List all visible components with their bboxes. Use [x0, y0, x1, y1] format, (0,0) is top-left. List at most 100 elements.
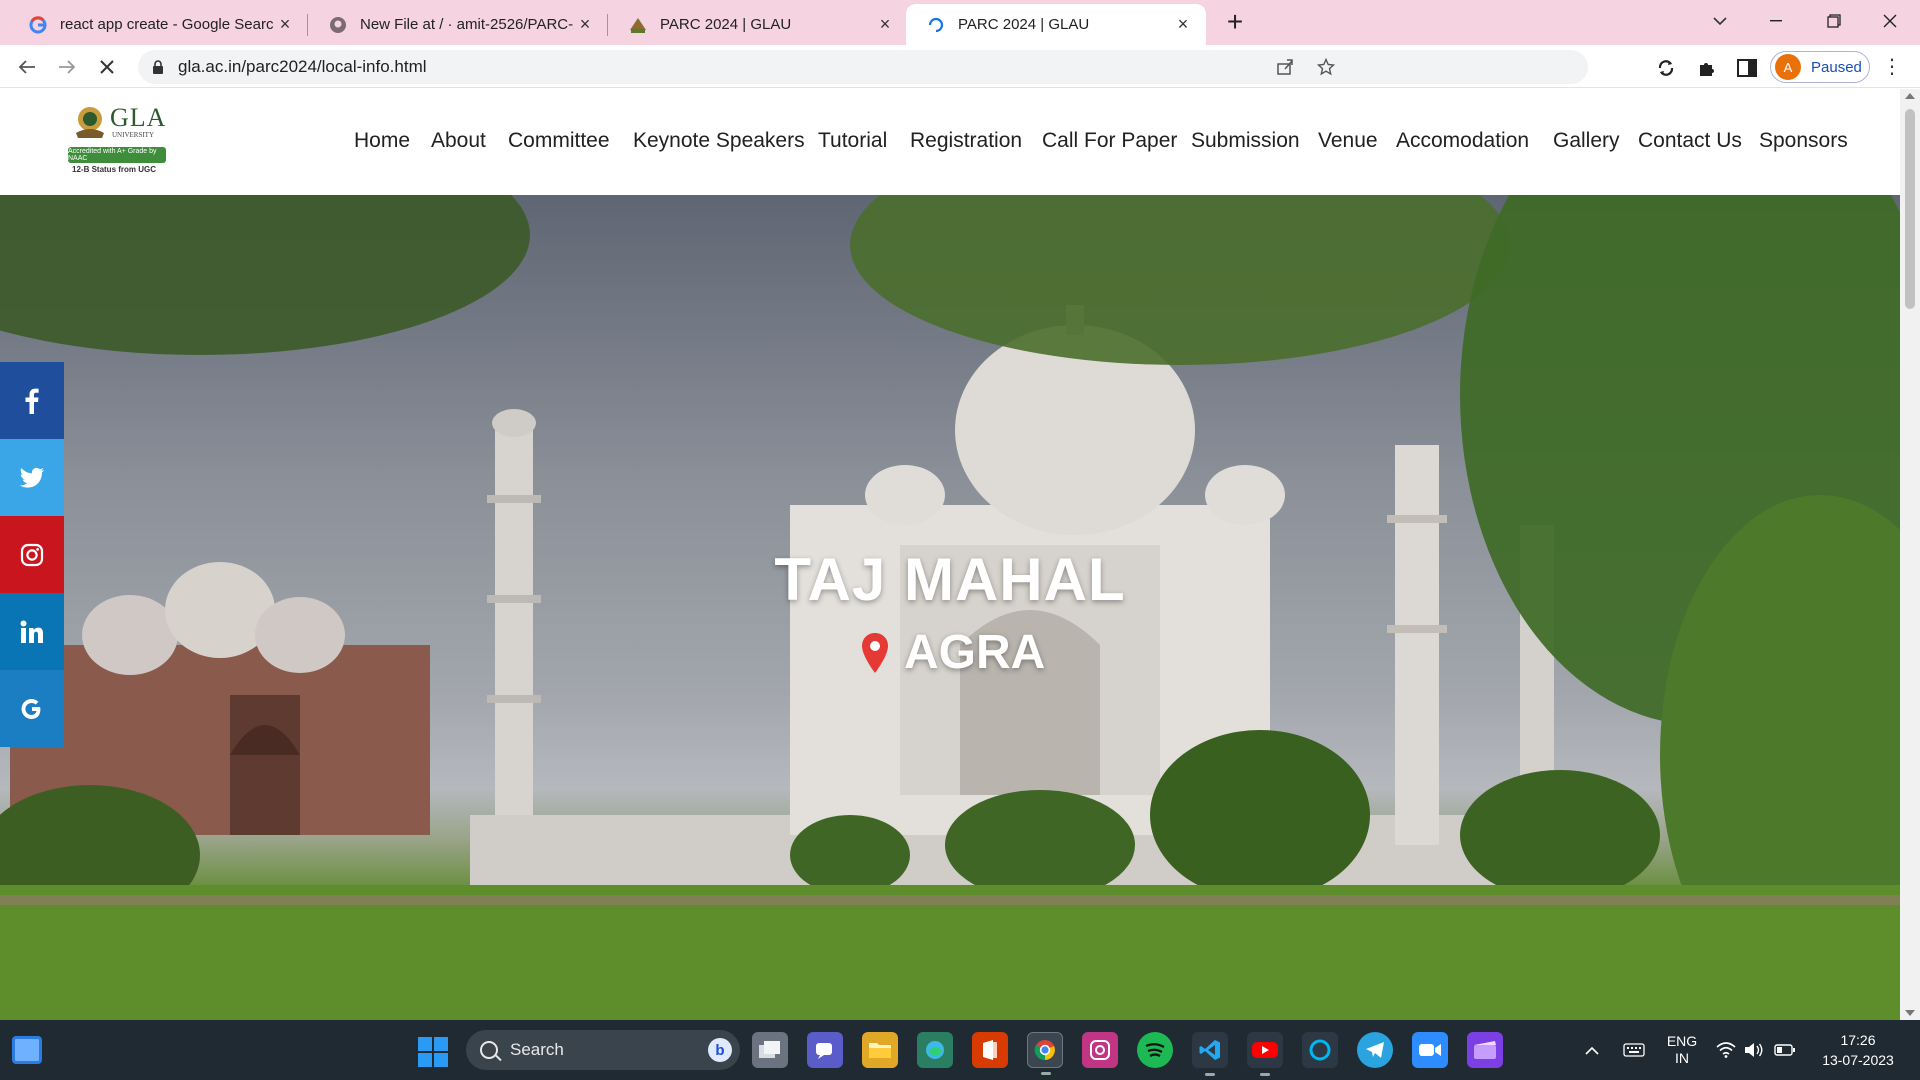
hero-location: AGRA: [860, 625, 1045, 680]
nav-tutorial[interactable]: Tutorial: [818, 129, 887, 153]
twitter-share-button[interactable]: [0, 439, 64, 516]
taskbar-clock[interactable]: 17:26 13-07-2023: [1808, 1030, 1908, 1070]
page-scrollbar[interactable]: [1900, 89, 1920, 1020]
chrome-icon[interactable]: [1027, 1032, 1063, 1075]
nav-sponsors[interactable]: Sponsors: [1759, 129, 1848, 153]
close-icon[interactable]: ×: [574, 14, 596, 36]
share-icon[interactable]: [1275, 57, 1295, 77]
close-icon[interactable]: ×: [274, 14, 296, 36]
social-share-rail: [0, 362, 64, 747]
tab-title: New File at / · amit-2526/PARC-2024: [360, 16, 574, 33]
nav-registration[interactable]: Registration: [910, 129, 1022, 153]
close-icon[interactable]: ×: [1172, 14, 1194, 36]
taskbar-search[interactable]: Search b: [466, 1030, 740, 1070]
widgets-icon[interactable]: [12, 1036, 42, 1064]
bing-icon[interactable]: b: [708, 1038, 732, 1062]
lock-icon: [152, 60, 164, 74]
region-code: IN: [1675, 1050, 1689, 1066]
volume-icon[interactable]: [1742, 1020, 1766, 1080]
google-plus-icon: [21, 698, 41, 719]
file-explorer-icon[interactable]: [862, 1032, 898, 1068]
hero-city-name: AGRA: [904, 626, 1046, 679]
address-bar[interactable]: gla.ac.in/parc2024/local-info.html: [138, 50, 1588, 84]
tab-title: react app create - Google Search: [60, 16, 274, 33]
nav-submission[interactable]: Submission: [1191, 129, 1300, 153]
facebook-share-button[interactable]: [0, 362, 64, 439]
nav-venue[interactable]: Venue: [1318, 129, 1378, 153]
browser-tab-google-search[interactable]: react app create - Google Search ×: [8, 4, 308, 45]
google-icon: [28, 15, 48, 35]
profile-status-label: Paused: [1811, 58, 1862, 76]
extensions-puzzle-icon[interactable]: [1696, 57, 1718, 79]
web-page: GLA UNIVERSITY Accredited with A+ Grade …: [0, 89, 1920, 1020]
browser-tab-parc[interactable]: PARC 2024 | GLAU ×: [608, 4, 908, 45]
sync-extension-icon[interactable]: [1655, 57, 1677, 79]
bookmark-star-icon[interactable]: [1316, 57, 1336, 77]
start-button[interactable]: [418, 1037, 448, 1067]
clock-time: 17:26: [1840, 1032, 1876, 1048]
more-menu-icon[interactable]: ⋮: [1882, 57, 1902, 79]
nav-about[interactable]: About: [431, 129, 486, 153]
nav-home[interactable]: Home: [354, 129, 410, 153]
show-hidden-icons-chevron[interactable]: [1580, 1020, 1604, 1080]
restore-button[interactable]: [1806, 0, 1862, 42]
minimize-button[interactable]: [1748, 0, 1804, 42]
task-view-icon[interactable]: [752, 1032, 788, 1068]
side-panel-icon[interactable]: [1736, 57, 1758, 79]
instagram-share-button[interactable]: [0, 516, 64, 593]
scrollbar-thumb[interactable]: [1905, 109, 1915, 309]
forward-arrow-icon[interactable]: [52, 52, 82, 82]
scroll-up-arrow-icon[interactable]: [1905, 93, 1915, 99]
facebook-icon: [25, 388, 39, 414]
hero-title: TAJ MAHAL: [774, 546, 1126, 613]
linkedin-share-button[interactable]: [0, 593, 64, 670]
spotify-icon[interactable]: [1137, 1032, 1173, 1068]
github-icon: [328, 15, 348, 35]
nav-keynote-speakers[interactable]: Keynote Speakers: [633, 129, 805, 153]
nav-call-for-paper[interactable]: Call For Paper: [1042, 129, 1177, 153]
office-icon[interactable]: [972, 1032, 1008, 1068]
nav-committee[interactable]: Committee: [508, 129, 610, 153]
search-icon: [480, 1041, 498, 1059]
close-window-button[interactable]: [1862, 0, 1918, 42]
browser-tab-strip: react app create - Google Search × New F…: [0, 0, 1920, 45]
vscode-icon[interactable]: [1192, 1032, 1228, 1076]
url-text: gla.ac.in/parc2024/local-info.html: [178, 57, 427, 76]
twitter-icon: [19, 467, 44, 488]
taskbar-search-label: Search: [510, 1040, 564, 1059]
instagram-app-icon[interactable]: [1082, 1032, 1118, 1068]
stop-loading-icon[interactable]: [92, 52, 122, 82]
telegram-icon[interactable]: [1357, 1032, 1393, 1068]
profile-button[interactable]: A Paused: [1770, 51, 1870, 83]
back-arrow-icon[interactable]: [12, 52, 42, 82]
youtube-icon[interactable]: [1247, 1032, 1283, 1076]
keyboard-icon[interactable]: [1620, 1020, 1648, 1080]
nav-accomodation[interactable]: Accomodation: [1396, 129, 1529, 153]
browser-tab-github[interactable]: New File at / · amit-2526/PARC-2024 ×: [308, 4, 608, 45]
browser-toolbar: gla.ac.in/parc2024/local-info.html A Pau…: [0, 45, 1920, 88]
cortana-icon[interactable]: [1302, 1032, 1338, 1068]
google-share-button[interactable]: [0, 670, 64, 747]
tab-title: PARC 2024 | GLAU: [958, 16, 1090, 33]
nav-contact-us[interactable]: Contact Us: [1638, 129, 1742, 153]
wifi-icon[interactable]: [1714, 1020, 1738, 1080]
avatar: A: [1775, 54, 1801, 80]
close-icon[interactable]: ×: [874, 14, 896, 36]
nav-gallery[interactable]: Gallery: [1553, 129, 1620, 153]
edge-browser-icon[interactable]: [917, 1032, 953, 1068]
new-tab-button[interactable]: +: [1220, 8, 1250, 38]
browser-tab-parc-active[interactable]: PARC 2024 | GLAU ×: [906, 4, 1206, 45]
university-emblem-icon: [76, 107, 104, 138]
battery-icon[interactable]: [1772, 1020, 1798, 1080]
teams-chat-icon[interactable]: [807, 1032, 843, 1068]
tab-search-chevron-icon[interactable]: [1692, 0, 1748, 42]
gla-university-logo[interactable]: GLA UNIVERSITY Accredited with A+ Grade …: [68, 103, 168, 179]
scroll-down-arrow-icon[interactable]: [1905, 1010, 1915, 1016]
naac-badge: Accredited with A+ Grade by NAAC: [68, 147, 166, 163]
clipchamp-icon[interactable]: [1467, 1032, 1503, 1068]
clock-date: 13-07-2023: [1822, 1052, 1894, 1068]
logo-subtitle: UNIVERSITY: [112, 131, 154, 139]
language-indicator[interactable]: ENG IN: [1660, 1020, 1704, 1080]
windows-taskbar: Search b ENG IN 17:26 13-07-2023: [0, 1020, 1920, 1080]
zoom-icon[interactable]: [1412, 1032, 1448, 1068]
